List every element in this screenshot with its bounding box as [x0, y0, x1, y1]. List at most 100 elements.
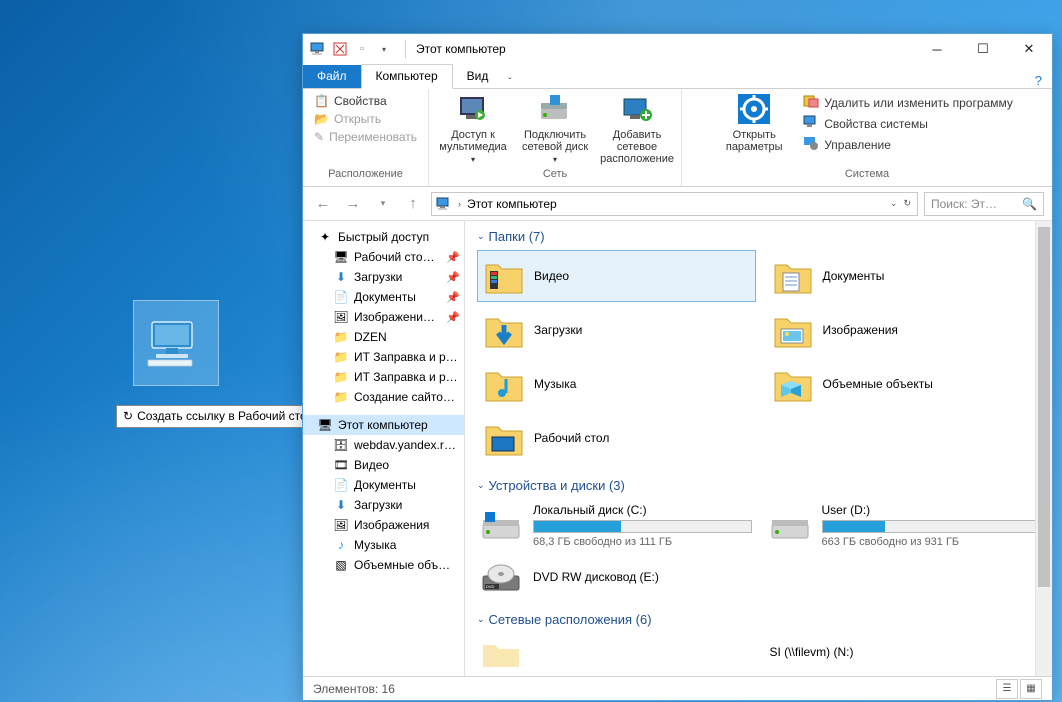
- navbar: ← → ▾ ↑ › Этот компьютер ⌄ ↻ Поиск: Эт… …: [303, 187, 1052, 221]
- properties-icon: 📋: [314, 94, 329, 108]
- drive-name: User (D:): [822, 503, 1041, 517]
- qat-computer-icon[interactable]: [309, 40, 327, 58]
- nav-history-dropdown[interactable]: ▾: [371, 192, 395, 216]
- drive-c[interactable]: Локальный диск (C:) 68,3 ГБ свободно из …: [477, 499, 756, 552]
- addr-chevron-icon[interactable]: ›: [456, 199, 463, 209]
- folder-3dobjects[interactable]: Объемные объекты: [766, 358, 1045, 410]
- view-large-icons-button[interactable]: ▦: [1020, 679, 1042, 699]
- content-scrollbar[interactable]: [1035, 221, 1052, 676]
- group-system-title: Система: [845, 168, 889, 182]
- close-button[interactable]: ✕: [1006, 34, 1052, 64]
- ribbon-properties[interactable]: 📋Свойства: [311, 93, 420, 109]
- ribbon-group-network: Доступ к мультимедиа▾ Подключить сетевой…: [429, 89, 682, 186]
- nav-forward-button[interactable]: →: [341, 192, 365, 216]
- tree-item[interactable]: 🗄webdav.yandex.r…: [303, 435, 464, 455]
- section-drives-header[interactable]: ⌄Устройства и диски (3): [469, 474, 1052, 497]
- tree-item[interactable]: ♪Музыка: [303, 535, 464, 555]
- netloc-item[interactable]: [477, 633, 756, 673]
- tree-item[interactable]: 📁ИТ Заправка и р…: [303, 347, 464, 367]
- tree-item[interactable]: 🎞Видео: [303, 455, 464, 475]
- tab-computer[interactable]: Компьютер: [361, 64, 453, 89]
- folder-music[interactable]: Музыка: [477, 358, 756, 410]
- addr-refresh-icon[interactable]: ↻: [901, 198, 913, 209]
- folder-icon: 📁: [333, 349, 349, 365]
- drive-d[interactable]: User (D:) 663 ГБ свободно из 931 ГБ: [766, 499, 1045, 552]
- video-icon: 🎞: [333, 457, 349, 473]
- explorer-window: ▫ ▾ Этот компьютер ─ ☐ ✕ Файл Компьютер …: [302, 33, 1053, 701]
- minimize-button[interactable]: ─: [914, 34, 960, 64]
- tree-item[interactable]: ▧Объемные объ…: [303, 555, 464, 575]
- search-input[interactable]: Поиск: Эт… 🔍: [924, 192, 1044, 216]
- tree-this-pc[interactable]: 🖥Этот компьютер: [303, 415, 464, 435]
- desktop-icon: 🖥: [333, 249, 349, 265]
- folder-desktop[interactable]: Рабочий стол: [477, 412, 756, 464]
- nav-tree[interactable]: ✦Быстрый доступ 🖥Рабочий сто…📌 ⬇Загрузки…: [303, 221, 465, 676]
- address-bar[interactable]: › Этот компьютер ⌄ ↻: [431, 192, 918, 216]
- folder-downloads[interactable]: Загрузки: [477, 304, 756, 356]
- ribbon-manage[interactable]: Управление: [800, 135, 1016, 154]
- group-network-title: Сеть: [543, 168, 567, 182]
- ribbon-map-drive[interactable]: Подключить сетевой диск▾: [519, 93, 591, 164]
- tree-item[interactable]: 📁Создание сайто…: [303, 387, 464, 407]
- drag-tooltip: ↻ Создать ссылку в Рабочий стол: [116, 405, 322, 428]
- drive-dvd[interactable]: DVD DVD RW дисковод (E:): [477, 558, 756, 598]
- qat-new-folder-icon[interactable]: ▫: [353, 40, 371, 58]
- tree-item[interactable]: 🖥Рабочий сто…📌: [303, 247, 464, 267]
- view-details-button[interactable]: ☰: [996, 679, 1018, 699]
- addr-pc-icon: [436, 197, 452, 211]
- drive-free: 663 ГБ свободно из 931 ГБ: [822, 536, 1041, 548]
- tooltip-text: Создать ссылку в Рабочий стол: [137, 409, 313, 423]
- sysprops-icon: [803, 115, 819, 132]
- status-elements: Элементов: 16: [313, 682, 395, 696]
- addr-root[interactable]: Этот компьютер: [467, 197, 557, 211]
- ribbon-open: 📂Открыть: [311, 111, 420, 127]
- tree-item[interactable]: 📁DZEN: [303, 327, 464, 347]
- folder-video[interactable]: Видео: [477, 250, 756, 302]
- tree-item[interactable]: 📁ИТ Заправка и р…: [303, 367, 464, 387]
- folder-documents[interactable]: Документы: [766, 250, 1045, 302]
- qat-dropdown-icon[interactable]: ▾: [375, 40, 393, 58]
- link-arrow-icon: ↻: [123, 409, 133, 423]
- ribbon-open-settings[interactable]: Открыть параметры: [718, 93, 790, 153]
- help-icon[interactable]: ?: [1025, 73, 1052, 88]
- addr-dropdown-icon[interactable]: ⌄: [888, 198, 900, 209]
- ribbon-uninstall[interactable]: Удалить или изменить программу: [800, 93, 1016, 112]
- tree-item[interactable]: 🖼Изображения: [303, 515, 464, 535]
- folder-pictures[interactable]: Изображения: [766, 304, 1045, 356]
- section-netloc-header[interactable]: ⌄Сетевые расположения (6): [469, 608, 1052, 631]
- qat-properties-icon[interactable]: [331, 40, 349, 58]
- ribbon-add-netloc[interactable]: Добавить сетевое расположение: [601, 93, 673, 165]
- pin-icon: 📌: [446, 251, 460, 264]
- drive-bar: [533, 520, 752, 533]
- tree-item[interactable]: ⬇Загрузки📌: [303, 267, 464, 287]
- manage-icon: [803, 136, 819, 153]
- titlebar: ▫ ▾ Этот компьютер ─ ☐ ✕: [303, 34, 1052, 64]
- desktop-drag-pc-icon[interactable]: [133, 300, 219, 386]
- rename-icon: ✎: [314, 130, 324, 144]
- ribbon-sysprops[interactable]: Свойства системы: [800, 114, 1016, 133]
- search-icon: 🔍: [1022, 197, 1037, 211]
- download-icon: ⬇: [333, 497, 349, 513]
- pin-icon: 📌: [446, 271, 460, 284]
- tab-view[interactable]: Вид: [453, 65, 503, 88]
- nav-back-button[interactable]: ←: [311, 192, 335, 216]
- tree-item[interactable]: 🖼Изображени…📌: [303, 307, 464, 327]
- window-title: Этот компьютер: [416, 42, 506, 56]
- folder-icon: 📁: [333, 329, 349, 345]
- ribbon: 📋Свойства 📂Открыть ✎Переименовать Распол…: [303, 89, 1052, 187]
- document-icon: 📄: [333, 289, 349, 305]
- maximize-button[interactable]: ☐: [960, 34, 1006, 64]
- tree-quick-access[interactable]: ✦Быстрый доступ: [303, 227, 464, 247]
- chevron-down-icon: ⌄: [477, 480, 485, 491]
- nav-up-button[interactable]: ↑: [401, 192, 425, 216]
- tree-item[interactable]: 📄Документы: [303, 475, 464, 495]
- ribbon-collapse-icon[interactable]: ˇ: [502, 77, 517, 88]
- section-folders-header[interactable]: ⌄Папки (7): [469, 225, 1052, 248]
- tree-item[interactable]: ⬇Загрузки: [303, 495, 464, 515]
- ribbon-media-access[interactable]: Доступ к мультимедиа▾: [437, 93, 509, 164]
- netloc-item[interactable]: SI (\\filevm) (N:): [766, 633, 1045, 673]
- tab-file[interactable]: Файл: [303, 65, 361, 88]
- music-icon: ♪: [333, 537, 349, 553]
- tree-item[interactable]: 📄Документы📌: [303, 287, 464, 307]
- ribbon-rename: ✎Переименовать: [311, 129, 420, 145]
